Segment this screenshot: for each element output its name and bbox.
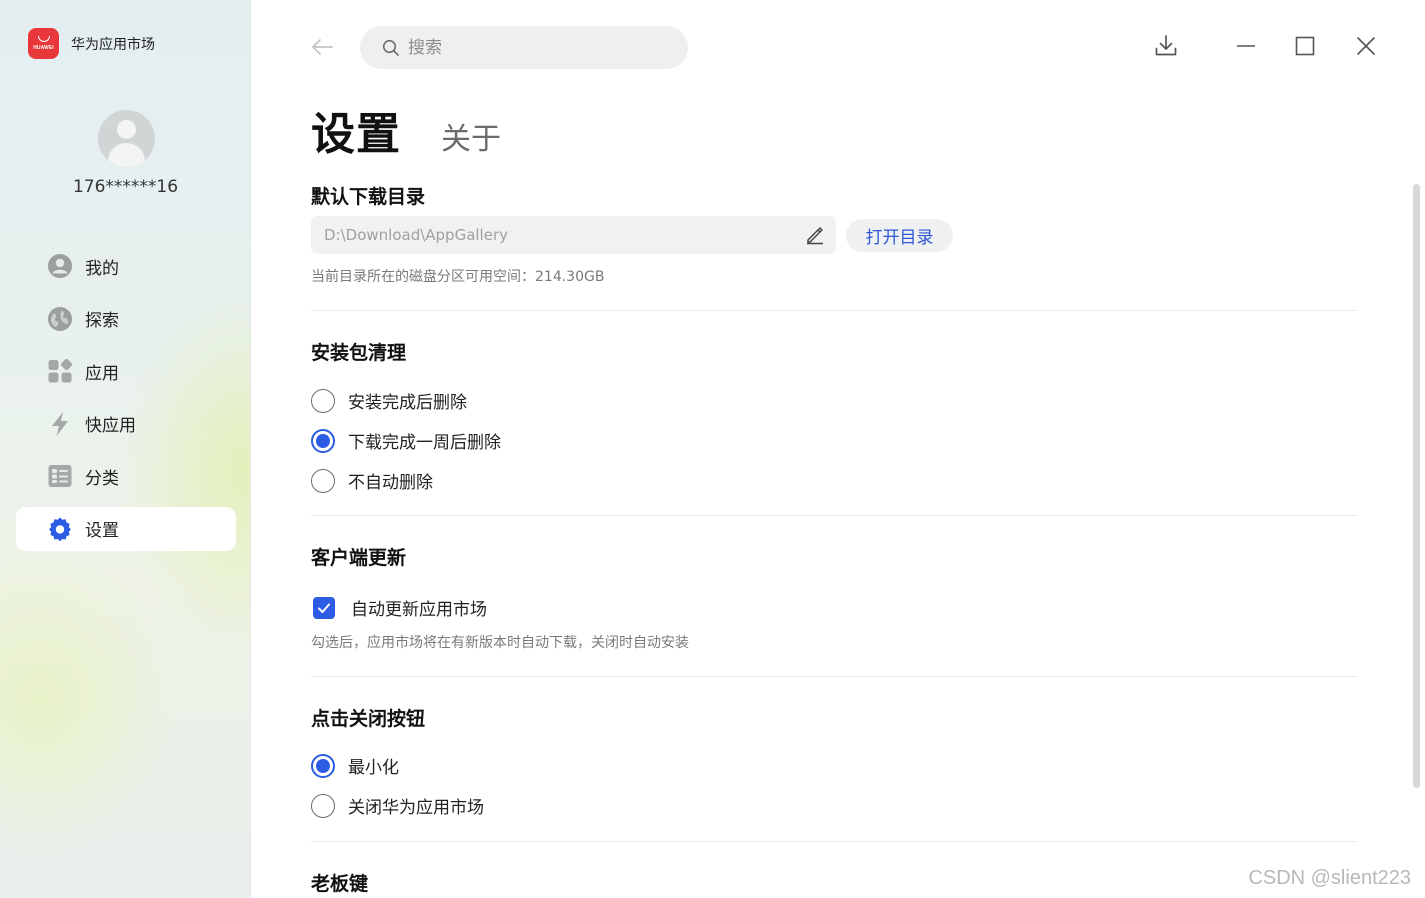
close-icon: [1357, 37, 1375, 55]
radio-button[interactable]: [311, 388, 335, 413]
sidebar-item-quick-apps[interactable]: 快应用: [16, 402, 236, 446]
brand: HUAWEI 华为应用市场: [28, 28, 155, 59]
gear-icon: [46, 515, 73, 542]
brand-name: 华为应用市场: [71, 36, 155, 53]
sidebar-item-label: 探索: [85, 311, 119, 331]
radio-button[interactable]: [311, 753, 335, 778]
page-tabs: 设置 关于: [311, 98, 501, 162]
radio-label: 最小化: [348, 758, 399, 778]
radio-minimize[interactable]: 最小化: [311, 753, 399, 778]
vertical-scrollbar[interactable]: [1413, 184, 1420, 788]
radio-no-auto-delete[interactable]: 不自动删除: [311, 468, 433, 493]
apps-grid-icon: [46, 358, 73, 385]
search-input[interactable]: [408, 37, 668, 58]
sidebar-item-settings[interactable]: 设置: [16, 506, 236, 551]
checkmark-icon: [318, 603, 330, 613]
radio-label: 安装完成后删除: [348, 393, 467, 413]
radio-close-app[interactable]: 关闭华为应用市场: [311, 793, 484, 818]
boss-key-title: 老板键: [311, 873, 369, 895]
radio-label: 不自动删除: [348, 473, 433, 493]
sidebar-item-category[interactable]: 分类: [16, 454, 236, 498]
avatar[interactable]: [98, 110, 155, 167]
divider: [311, 841, 1357, 842]
watermark: CSDN @slient223: [1248, 867, 1411, 889]
package-cleanup-title: 安装包清理: [311, 342, 407, 364]
close-button[interactable]: [1350, 30, 1382, 62]
sidebar-nav: 我的 探索 应用 快应用 分类 设置: [16, 244, 236, 559]
tab-settings[interactable]: 设置: [311, 98, 401, 162]
radio-button[interactable]: [311, 468, 335, 493]
radio-button[interactable]: [311, 428, 335, 453]
auto-update-checkbox[interactable]: [313, 596, 335, 619]
download-path-value: D:\Download\AppGallery: [324, 226, 508, 244]
checkbox-label: 自动更新应用市场: [351, 600, 487, 620]
radio-label: 关闭华为应用市场: [348, 798, 484, 818]
download-dir-title: 默认下载目录: [311, 186, 426, 208]
arrow-left-icon: [312, 39, 333, 55]
minimize-button[interactable]: [1230, 30, 1262, 62]
auto-update-hint: 勾选后，应用市场将在有新版本时自动下载，关闭时自动安装: [311, 635, 689, 651]
sidebar: HUAWEI 华为应用市场 176******16 我的 探索 应用 快应用 分…: [0, 0, 251, 898]
sidebar-item-mine[interactable]: 我的: [16, 244, 236, 288]
sidebar-item-explore[interactable]: 探索: [16, 297, 236, 341]
radio-button[interactable]: [311, 793, 335, 818]
radio-delete-after-install[interactable]: 安装完成后删除: [311, 388, 467, 413]
maximize-icon: [1295, 36, 1315, 56]
back-button[interactable]: [309, 33, 335, 61]
sidebar-item-apps[interactable]: 应用: [16, 349, 236, 393]
globe-icon: [46, 305, 73, 332]
divider: [311, 676, 1357, 677]
lightning-icon: [46, 410, 73, 437]
huawei-logo-icon: HUAWEI: [28, 28, 59, 59]
tab-about[interactable]: 关于: [441, 114, 501, 158]
sidebar-item-label: 快应用: [85, 416, 136, 436]
username: 176******16: [72, 177, 179, 197]
sidebar-item-label: 应用: [85, 363, 119, 384]
download-manager-button[interactable]: [1150, 30, 1182, 62]
auto-update-checkbox-row[interactable]: 自动更新应用市场: [311, 595, 487, 620]
client-update-title: 客户端更新: [311, 547, 407, 569]
download-icon: [1155, 35, 1177, 56]
divider: [311, 310, 1357, 311]
open-directory-button[interactable]: 打开目录: [846, 219, 953, 252]
download-path-field[interactable]: D:\Download\AppGallery: [311, 216, 836, 254]
user-icon: [46, 253, 73, 280]
maximize-button[interactable]: [1289, 30, 1321, 62]
edit-pencil-icon[interactable]: [800, 220, 830, 250]
radio-delete-after-week[interactable]: 下载完成一周后删除: [311, 428, 501, 453]
sidebar-item-label: 分类: [85, 468, 119, 489]
close-behavior-title: 点击关闭按钮: [311, 708, 426, 730]
divider: [311, 515, 1357, 516]
free-space-hint: 当前目录所在的磁盘分区可用空间：214.30GB: [311, 269, 605, 285]
minimize-icon: [1237, 45, 1255, 47]
sidebar-item-label: 设置: [85, 521, 119, 541]
search-bar[interactable]: [360, 26, 688, 69]
search-icon: [382, 39, 399, 56]
sidebar-item-label: 我的: [85, 258, 119, 279]
list-category-icon: [46, 463, 73, 490]
radio-label: 下载完成一周后删除: [348, 433, 501, 453]
